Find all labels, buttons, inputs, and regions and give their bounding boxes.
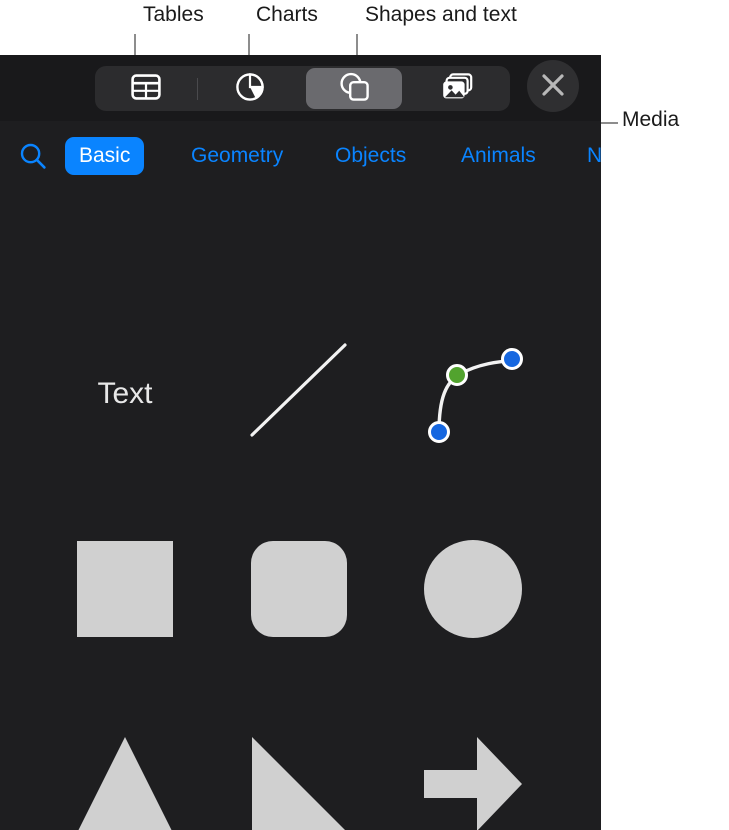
shape-triangle[interactable] [38, 697, 212, 830]
tab-objects[interactable]: Objects [321, 137, 420, 175]
shape-square[interactable] [38, 502, 212, 676]
shape-circle[interactable] [386, 502, 560, 676]
tables-button[interactable] [98, 68, 194, 109]
media-button[interactable] [410, 68, 506, 109]
shape-right-triangle[interactable] [212, 697, 386, 830]
shapes-button[interactable] [306, 68, 402, 109]
toolbar-separator [197, 78, 198, 100]
callout-label-charts: Charts [256, 3, 318, 26]
circle-glyph [424, 540, 522, 638]
category-tabs: Basic Geometry Objects Animals N [0, 121, 601, 189]
triangle-glyph [78, 737, 172, 830]
charts-button[interactable] [202, 68, 298, 109]
media-icon [442, 73, 474, 104]
rounded-square-glyph [251, 541, 347, 637]
arrow-glyph [424, 737, 522, 830]
shape-line[interactable] [212, 307, 386, 481]
shape-text[interactable]: Text [38, 307, 212, 481]
shapes-icon [338, 72, 370, 105]
shape-arrow[interactable] [386, 697, 560, 830]
close-icon [540, 72, 566, 101]
tab-geometry[interactable]: Geometry [177, 137, 297, 175]
shape-text-label: Text [97, 377, 153, 410]
close-button[interactable] [527, 60, 579, 112]
panel-toolbar [0, 55, 601, 121]
chart-icon [235, 72, 265, 105]
square-glyph [77, 541, 173, 637]
insert-toolbar-group [95, 66, 510, 111]
shapes-panel: Basic Geometry Objects Animals N Text [0, 55, 601, 830]
line-glyph [250, 343, 347, 437]
right-triangle-glyph [252, 737, 345, 830]
curve-glyph [428, 348, 523, 443]
callout-label-tables: Tables [143, 3, 204, 26]
callout-label-shapes-and-text: Shapes and text [365, 3, 517, 26]
callout-label-media: Media [622, 108, 680, 131]
shape-draw-curve[interactable] [386, 307, 560, 481]
shape-library-grid: Text [0, 189, 601, 830]
table-icon [131, 74, 161, 103]
tab-nature[interactable]: N [573, 137, 601, 175]
shape-rounded-square[interactable] [212, 502, 386, 676]
search-icon[interactable] [16, 139, 50, 173]
tab-basic[interactable]: Basic [65, 137, 145, 175]
tab-animals[interactable]: Animals [447, 137, 550, 175]
